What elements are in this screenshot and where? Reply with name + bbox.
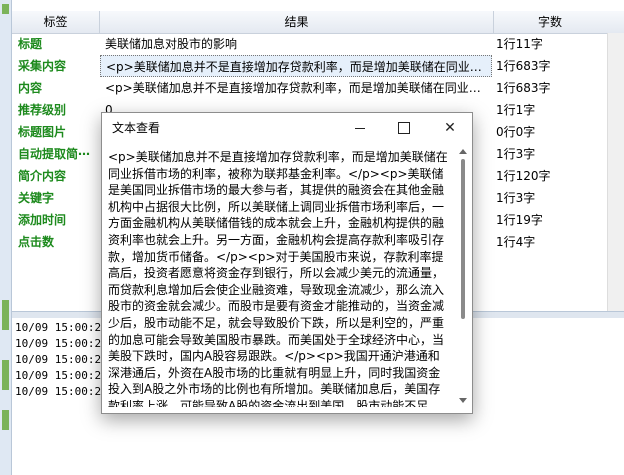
row-label: 采集内容 [18, 59, 67, 73]
status-indicator [2, 300, 9, 330]
row-label: 自动提取简⋯ [18, 147, 91, 161]
minimize-icon [355, 127, 365, 129]
row-result: <p>美联储加息并不是直接增加存贷款利率，而是增加美联储在同业拆借市场的利率 [105, 81, 492, 95]
maximize-icon [398, 122, 410, 134]
close-button[interactable]: ✕ [428, 113, 472, 143]
scroll-up-icon[interactable] [459, 149, 467, 154]
row-count: 1行683字 [496, 59, 551, 73]
row-result: 美联储加息对股市的影响 [105, 37, 238, 51]
table-row[interactable]: 标题 美联储加息对股市的影响 1行11字 [12, 33, 624, 55]
close-icon: ✕ [444, 120, 456, 136]
table-row[interactable]: 内容 <p>美联储加息并不是直接增加存贷款利率，而是增加美联储在同业拆借市场的利… [12, 77, 624, 99]
row-count: 1行19字 [496, 213, 543, 227]
status-indicator [2, 360, 9, 390]
log-line: 10/09 15:00:24 [15, 369, 108, 382]
scroll-thumb[interactable] [461, 159, 465, 319]
row-count: 1行1字 [496, 103, 536, 117]
log-line: 10/09 15:00:24 [15, 337, 108, 350]
row-label: 推荐级别 [18, 103, 67, 117]
row-count: 1行4字 [496, 235, 536, 249]
header-label[interactable]: 标签 [12, 11, 100, 33]
row-count: 1行3字 [496, 191, 536, 205]
row-count: 1行3字 [496, 147, 536, 161]
row-label: 标题图片 [18, 125, 67, 139]
row-result: <p>美联储加息并不是直接增加存贷款利率，而是增加美联储在同业拆借市场的利率 [100, 55, 492, 77]
left-panel-strip [0, 0, 12, 475]
header-result[interactable]: 结果 [100, 11, 494, 33]
row-label: 标题 [18, 37, 43, 51]
row-label: 简介内容 [18, 169, 67, 183]
dialog-title: 文本查看 [112, 121, 161, 135]
text-view-dialog: 文本查看 ✕ <p>美联储加息并不是直接增加存贷款利率，而是增加美联储在同业拆借… [101, 112, 473, 414]
table-row[interactable]: 采集内容 <p>美联储加息并不是直接增加存贷款利率，而是增加美联储在同业拆借市场… [12, 55, 624, 77]
row-label: 点击数 [18, 235, 55, 249]
row-count: 1行120字 [496, 169, 551, 183]
scroll-down-icon[interactable] [459, 398, 467, 403]
row-label: 内容 [18, 81, 43, 95]
minimize-button[interactable] [338, 113, 382, 143]
text-content-area[interactable]: <p>美联储加息并不是直接增加存贷款利率，而是增加美联储在同业拆借市场的利率，被… [104, 145, 454, 407]
row-count: 1行683字 [496, 81, 551, 95]
header-count[interactable]: 字数 [494, 11, 606, 33]
row-count: 1行11字 [496, 37, 543, 51]
row-label: 添加时间 [18, 213, 67, 227]
maximize-button[interactable] [382, 113, 426, 143]
dialog-scrollbar[interactable] [456, 145, 470, 407]
status-indicator [2, 410, 9, 430]
log-line: 10/09 15:00:24 [15, 321, 108, 334]
status-indicator [2, 4, 9, 14]
log-line: 10/09 15:00:24 [15, 385, 108, 398]
grid-header: 标签 结果 字数 [12, 11, 624, 34]
grid-scrollbar[interactable] [607, 33, 624, 313]
row-count: 0行0字 [496, 125, 536, 139]
row-label: 关键字 [18, 191, 55, 205]
log-line: 10/09 15:00:24 [15, 353, 108, 366]
dialog-title-bar[interactable]: 文本查看 ✕ [102, 113, 472, 143]
